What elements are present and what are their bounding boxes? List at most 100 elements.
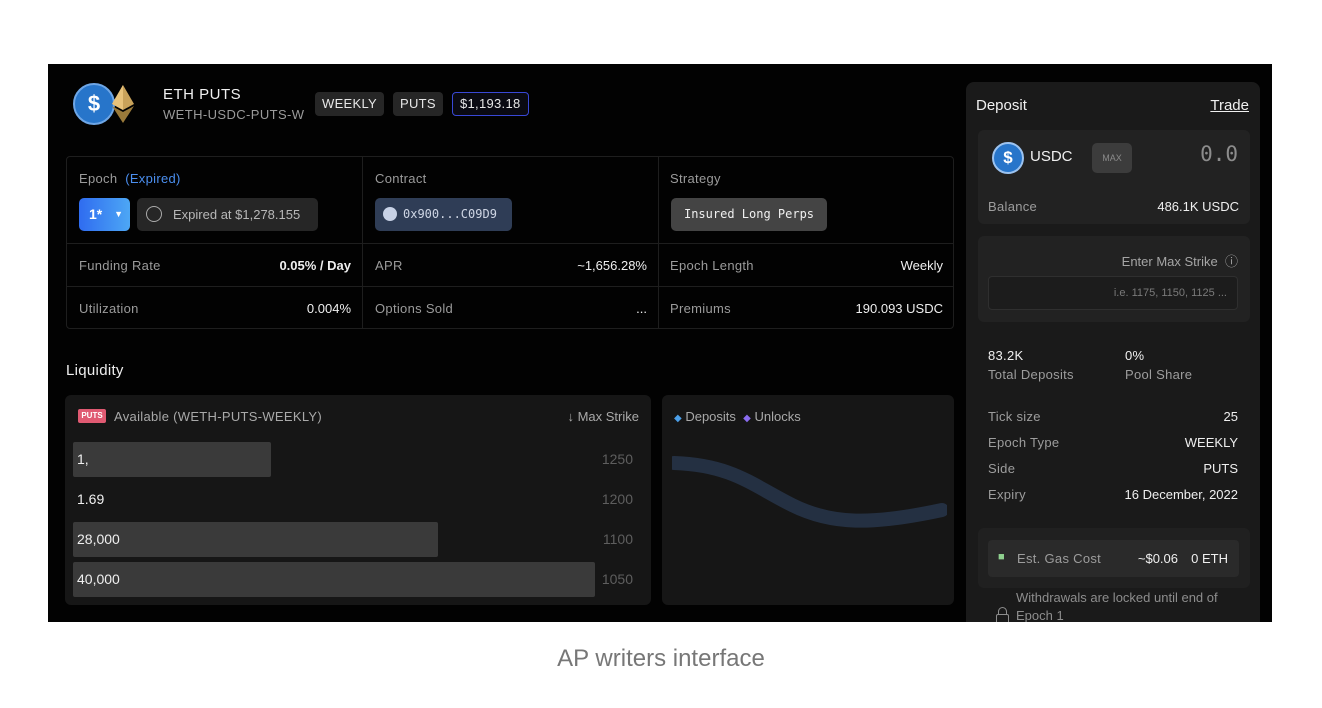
contract-address-link[interactable]: 0x900...C09D9 (375, 198, 512, 231)
epoch-label: Epoch (Expired) (79, 171, 181, 186)
liquidity-value: 1.69 (77, 491, 105, 507)
utilization-cell: Utilization 0.004% (67, 287, 363, 329)
info-icon: ⓘ (1224, 254, 1238, 269)
utilization-value: 0.004% (306, 301, 351, 316)
gas-label: Est. Gas Cost (1017, 551, 1102, 566)
liquidity-bar (73, 562, 595, 597)
market-subtitle: WETH-USDC-PUTS-W (163, 107, 305, 122)
total-deposits-value: 83.2K (988, 348, 1024, 363)
strike-label: 1200 (601, 491, 633, 507)
eth-coin-icon (112, 85, 134, 123)
deposit-panel: Deposit Trade $ USDC MAX 0.0 Balance 486… (966, 82, 1260, 622)
liquidity-title: Liquidity (66, 362, 124, 379)
apr-label: APR (375, 258, 403, 273)
token-label[interactable]: USDC (1030, 148, 1073, 165)
deposits-chart-panel: ◆ Deposits ◆ Unlocks (662, 395, 954, 605)
options-sold-label: Options Sold (375, 301, 454, 316)
side-label: Side (988, 461, 1016, 476)
gas-cost-box: ■ Est. Gas Cost ~$0.06 0 ETH (988, 540, 1239, 577)
gas-value: ~$0.06 (1137, 551, 1178, 566)
token-input-box: $ USDC MAX 0.0 Balance 486.1K USDC (978, 130, 1250, 224)
liquidity-value: 28,000 (77, 531, 120, 547)
tag-puts: PUTS (393, 92, 443, 116)
expiry-value: 16 December, 2022 (1124, 487, 1238, 502)
liquidity-panel: PUTS Available (WETH-PUTS-WEEKLY) ↓ Max … (65, 395, 651, 605)
legend-deposits: Deposits (685, 409, 736, 424)
premiums-cell: Premiums 190.093 USDC (659, 287, 954, 329)
trade-link[interactable]: Trade (1210, 97, 1249, 114)
tick-size-value: 25 (1223, 409, 1238, 424)
pool-share-value: 0% (1125, 348, 1145, 363)
utilization-label: Utilization (79, 301, 139, 316)
apr-cell: APR ~1,656.28% (363, 244, 659, 287)
unlocks-dot-icon: ◆ (743, 413, 751, 424)
premiums-label: Premiums (670, 301, 731, 316)
deposit-title: Deposit (976, 97, 1027, 114)
funding-label: Funding Rate (79, 258, 161, 273)
epoch-length-label: Epoch Length (670, 258, 754, 273)
apr-value: ~1,656.28% (577, 258, 647, 273)
epoch-selector[interactable]: 1* ▼ (79, 198, 130, 231)
max-button[interactable]: MAX (1092, 143, 1132, 173)
pair-logo: $ (72, 81, 136, 127)
puts-badge: PUTS (78, 409, 106, 423)
epoch-cell: Epoch (Expired) 1* ▼ Expired at $1,278.15… (67, 157, 363, 244)
deposits-dot-icon: ◆ (674, 413, 682, 424)
epoch-length-value: Weekly (900, 258, 943, 273)
tag-weekly: WEEKLY (315, 92, 385, 116)
max-strike-sort[interactable]: ↓ Max Strike (567, 409, 639, 424)
liquidity-value: 1, (77, 451, 89, 467)
strike-label: 1250 (601, 451, 633, 467)
funding-cell: Funding Rate 0.05% / Day (67, 244, 363, 287)
max-strike-input[interactable]: i.e. 1175, 1150, 1125 ... (988, 276, 1238, 310)
contract-icon (383, 207, 397, 221)
premiums-value: 190.093 USDC (855, 301, 943, 316)
contract-label: Contract (375, 171, 427, 186)
usdc-icon: $ (992, 142, 1024, 174)
amount-input[interactable]: 0.0 (1200, 142, 1238, 166)
balance-value: 486.1K USDC (1157, 199, 1239, 214)
expiry-label: Expiry (988, 487, 1026, 502)
app-window: $ ETH PUTS WETH-USDC-PUTS-W WEEKLY PUTS … (48, 64, 1272, 622)
options-sold-cell: Options Sold ... (363, 287, 659, 329)
strategy-chip: Insured Long Perps (671, 198, 827, 231)
deposits-curve (672, 456, 947, 528)
liquidity-value: 40,000 (77, 571, 120, 587)
contract-cell: Contract 0x900...C09D9 (363, 157, 659, 244)
clock-icon (146, 206, 162, 222)
gas-eth-value: 0 ETH (1191, 551, 1228, 566)
liquidity-bar (73, 442, 271, 477)
funding-value: 0.05% / Day (279, 258, 351, 273)
available-label: Available (WETH-PUTS-WEEKLY) (114, 409, 323, 424)
gas-pump-icon: ■ (998, 551, 1005, 563)
enter-max-strike-label: Enter Max Strike ⓘ (1121, 254, 1238, 269)
balance-label: Balance (988, 199, 1038, 214)
usdc-coin-icon: $ (73, 83, 115, 125)
legend-unlocks: Unlocks (754, 409, 801, 424)
market-title: ETH PUTS (163, 86, 242, 103)
side-value: PUTS (1203, 461, 1238, 476)
arrow-down-icon: ↓ (567, 409, 574, 424)
strike-label: 1050 (601, 571, 633, 587)
deposits-legend: ◆ Deposits ◆ Unlocks (674, 409, 801, 424)
strategy-cell: Strategy Insured Long Perps (659, 157, 954, 244)
strike-label: 1100 (602, 531, 633, 547)
options-sold-value: ... (636, 301, 647, 316)
stats-grid: Epoch (Expired) 1* ▼ Expired at $1,278.15… (66, 156, 954, 329)
liquidity-bar (73, 522, 438, 557)
image-caption: AP writers interface (557, 645, 765, 672)
strategy-label: Strategy (670, 171, 721, 186)
price-tag: $1,193.18 (452, 92, 529, 116)
chevron-down-icon: ▼ (114, 209, 123, 219)
epoch-length-cell: Epoch Length Weekly (659, 244, 954, 287)
total-deposits-label: Total Deposits (988, 367, 1074, 382)
max-strike-box: Enter Max Strike ⓘ i.e. 1175, 1150, 1125… (978, 236, 1250, 322)
expired-at-chip: Expired at $1,278.155 (137, 198, 318, 231)
epoch-type-label: Epoch Type (988, 435, 1060, 450)
lock-icon (996, 607, 1009, 622)
tick-size-label: Tick size (988, 409, 1041, 424)
withdraw-lock-notice: Withdrawals are locked until end of Epoc… (1016, 590, 1218, 622)
epoch-status: (Expired) (125, 171, 181, 186)
epoch-type-value: WEEKLY (1184, 435, 1238, 450)
pool-share-label: Pool Share (1125, 367, 1193, 382)
